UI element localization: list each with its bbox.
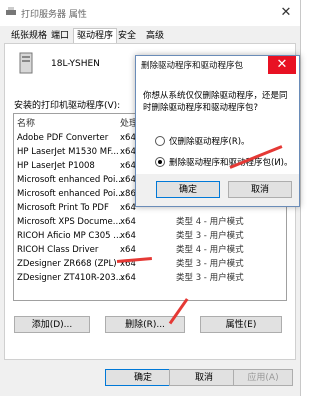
tab-drivers[interactable]: 驱动程序 [73,28,118,44]
driver-name: Microsoft enhanced Poi... [17,189,124,199]
printer-icon [6,7,16,15]
driver-processor: x64 [120,273,136,283]
title-bar: 打印服务器 属性 ✕ [0,0,300,26]
close-button[interactable]: ✕ [276,4,296,22]
driver-name: ZDesigner ZR668 (ZPL) [17,259,117,269]
tab-advanced[interactable]: 高级 [142,28,168,44]
driver-type: 类型 3 - 用户模式 [176,273,244,283]
tab-ports[interactable]: 端口 [47,28,73,44]
dialog-ok-button[interactable]: 确定 [156,181,220,198]
delete-driver-dialog: 删除驱动程序和驱动程序包 ✕ 你想从系统仅仅删除驱动程序，还是同时删除驱动程序和… [135,55,300,207]
tab-paper-sizes[interactable]: 纸张规格 [7,28,51,44]
driver-type: 类型 3 - 用户模式 [176,231,244,241]
add-driver-button[interactable]: 添加(D)... [14,316,90,333]
driver-processor: x64 [120,245,136,255]
server-computer-icon [19,52,33,74]
driver-processor: x64 [120,161,136,171]
apply-button[interactable]: 应用(A) [233,369,293,386]
driver-processor: x86 [120,189,136,199]
driver-properties-button[interactable]: 属性(E) [200,316,282,333]
radio-remove-driver-and-package[interactable] [155,157,165,167]
table-row[interactable]: RICOH Class Driver x64 类型 4 - 用户模式 [14,243,286,257]
drivers-list-caption: 安装的打印机驱动程序(V): [14,101,121,111]
table-row[interactable]: ZDesigner ZT410R-203... x64 类型 3 - 用户模式 [14,271,286,285]
driver-name: ZDesigner ZT410R-203... [17,273,124,283]
dialog-title: 删除驱动程序和驱动程序包 [141,61,244,71]
server-name: 18L-YSHEN [51,59,100,69]
driver-processor: x64 [120,147,136,157]
driver-processor: x64 [120,175,136,185]
radio-remove-driver-only[interactable] [155,136,165,146]
dialog-close-button[interactable]: ✕ [268,56,296,74]
driver-name: HP LaserJet M1530 MF... [17,147,119,157]
dialog-question: 你想从系统仅仅删除驱动程序，还是同时删除驱动程序和驱动程序包? [143,91,288,113]
driver-processor: x64 [120,133,136,143]
driver-name: Microsoft enhanced Poi... [17,175,124,185]
driver-processor: x64 [120,231,136,241]
radio-label-driver-only[interactable]: 仅删除驱动程序(R)。 [169,135,250,147]
driver-processor: x64 [120,217,136,227]
driver-name: RICOH Aficio MP C305 ... [17,231,122,241]
driver-type: 类型 3 - 用户模式 [176,259,244,269]
driver-type: 类型 4 - 用户模式 [176,245,244,255]
driver-name: Microsoft Print To PDF [17,203,109,213]
column-header-name[interactable]: 名称 [17,116,35,129]
driver-name: Microsoft XPS Docume... [17,217,121,227]
table-row[interactable]: Microsoft XPS Docume... x64 类型 4 - 用户模式 [14,215,286,229]
tab-security[interactable]: 安全 [114,28,140,44]
table-row[interactable]: RICOH Aficio MP C305 ... x64 类型 3 - 用户模式 [14,229,286,243]
cancel-button[interactable]: 取消 [169,369,239,386]
driver-name: HP LaserJet P1008 [17,161,95,171]
driver-type: 类型 4 - 用户模式 [176,217,244,227]
driver-name: Adobe PDF Converter [17,133,109,143]
driver-processor: x64 [120,203,136,213]
window-title: 打印服务器 属性 [21,10,87,20]
dialog-cancel-button[interactable]: 取消 [228,181,292,198]
driver-name: RICOH Class Driver [17,245,99,255]
